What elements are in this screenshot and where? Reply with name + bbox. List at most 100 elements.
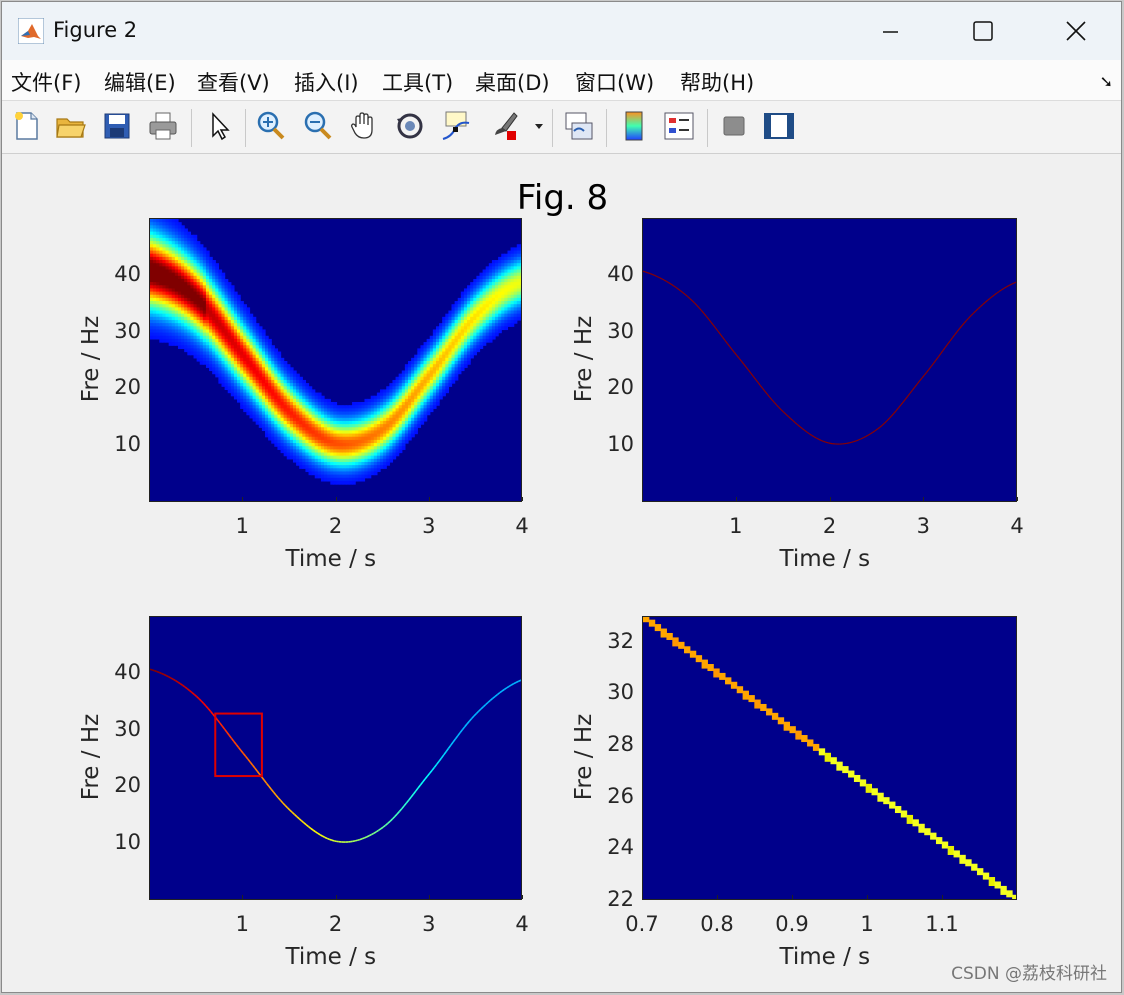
zoom-in-button[interactable] [254,109,288,143]
x-tick-label: 3 [422,912,436,936]
x-axis-label: Time / s [779,546,871,572]
ridge-segment [366,835,370,838]
ridge-pixel [678,641,685,649]
ridge-segment [384,822,389,826]
subplot-4-axes[interactable] [642,616,1017,900]
close-button[interactable] [1029,2,1121,60]
ridge-segment [928,365,932,370]
ridge-segment [935,356,939,361]
show-plot-tools-icon [764,113,794,139]
ridge-segment [907,392,911,397]
ridge-segment [668,282,672,285]
menu-tools[interactable]: 工具(T) [382,67,453,97]
ridge-segment [905,395,909,400]
menu-help[interactable]: 帮助(H) [680,67,754,97]
ridge-segment [513,681,517,685]
x-tick-label: 4 [515,514,529,538]
edit-plot-button[interactable] [202,109,236,143]
ridge-segment [963,320,967,324]
ridge-segment [156,670,160,674]
ridge-pixel [976,868,984,876]
brush-dropdown[interactable] [532,109,546,143]
ridge-segment [980,303,984,308]
ridge-segment [424,775,429,780]
maximize-button[interactable] [936,2,1028,60]
ridge-segment [289,809,293,813]
ridge-segment [492,695,496,700]
ridge-segment [394,813,398,818]
save-button[interactable] [100,109,134,143]
ridge-pixel [971,863,978,871]
link-plot-button[interactable] [562,109,596,143]
zoom-region-box [214,712,263,778]
ridge-segment [159,671,162,675]
menu-desktop[interactable]: 桌面(D) [475,67,550,97]
menu-file[interactable]: 文件(F) [11,67,81,97]
toolbar-separator [552,109,553,147]
show-plot-tools-button[interactable] [762,109,796,143]
brush-button[interactable] [487,109,521,143]
ridge-segment [308,826,312,830]
ridge-segment [291,811,296,816]
ridge-segment [438,757,443,762]
ridge-segment [879,424,883,428]
ridge-segment [820,439,824,442]
ridge-segment [656,275,660,279]
pan-button[interactable] [347,109,381,143]
menu-insert[interactable]: 插入(I) [294,67,359,97]
ridge-pixel [812,743,820,751]
ridge-pixel [771,712,779,720]
open-file-button[interactable] [54,109,88,143]
ridge-segment [175,680,179,683]
ridge-segment [888,415,892,420]
dock-figure-icon[interactable]: ➘ [1100,72,1113,91]
subplot-3-axes[interactable] [149,616,522,900]
ridge-segment [773,401,778,406]
ridge-segment [694,302,698,306]
printer-icon [149,112,177,140]
ridge-pixel [783,721,790,731]
y-axis-label: Fre / Hz [78,713,104,801]
title-bar[interactable]: Figure 2 [2,2,1121,60]
print-button[interactable] [146,109,180,143]
ridge-segment [764,390,768,395]
ridge-segment [168,676,172,679]
ridge-segment [235,744,240,749]
ridge-segment [750,372,754,377]
data-cursor-button[interactable] [439,109,473,143]
ridge-segment [440,754,445,759]
minimize-button[interactable] [844,2,936,60]
ridge-segment [982,301,986,305]
menu-window[interactable]: 窗口(W) [575,67,654,97]
ridge-pixel [689,650,697,658]
ridge-segment [977,306,981,310]
ridge-segment [987,297,991,301]
subplot-2-axes[interactable] [642,218,1017,502]
ridge-segment [247,758,251,763]
hide-plot-tools-button[interactable] [717,109,751,143]
ridge-segment [184,686,188,690]
rotate-3d-button[interactable] [393,109,427,143]
zoom-out-button[interactable] [301,109,335,143]
spectrogram-plot [643,270,1016,445]
ridge-pixel [988,877,996,887]
ridge-segment [787,416,792,420]
y-tick-label: 10 [607,432,634,457]
menu-view[interactable]: 查看(V) [197,67,270,97]
ridge-segment [722,336,726,341]
insert-legend-button[interactable] [662,109,696,143]
data-tip-icon [442,111,470,140]
ridge-segment [496,692,501,696]
ridge-segment [503,687,508,691]
menu-edit[interactable]: 编辑(E) [104,67,176,97]
ridge-pixel [1012,894,1016,899]
toolbar-separator [245,109,246,147]
ridge-segment [790,418,794,422]
new-figure-button[interactable] [10,109,44,143]
minimize-icon [883,31,898,33]
x-tick-label: 2 [328,514,343,538]
insert-colorbar-button[interactable] [617,109,651,143]
ridge-segment [816,437,820,440]
x-axis-label: Time / s [285,944,377,970]
subplot-1-axes[interactable] [149,218,522,502]
